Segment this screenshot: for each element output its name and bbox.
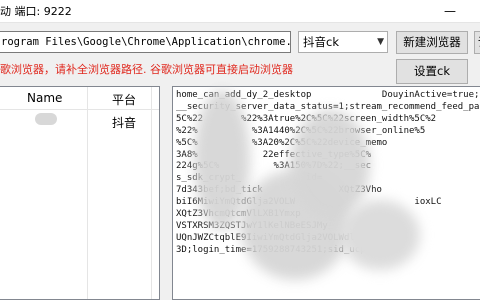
column-divider	[87, 87, 88, 299]
cut-off-button[interactable]: 谐	[474, 31, 480, 54]
warning-text: 歌浏览器，请补全浏览器路径. 谷歌浏览器可直接启动浏览器	[0, 63, 293, 76]
column-divider	[151, 87, 152, 299]
new-browser-button[interactable]: 新建浏览器	[396, 31, 468, 54]
platform-select[interactable]: 抖音ck ▼	[298, 31, 388, 53]
redaction-blur	[290, 110, 370, 220]
set-ck-button[interactable]: 设置ck	[396, 59, 468, 84]
title-bar: 动 端口: 9222 —	[0, 0, 480, 23]
column-header-platform[interactable]: 平台	[112, 91, 136, 108]
browser-path-input[interactable]: rogram Files\Google\Chrome\Application\c…	[0, 31, 291, 53]
platform-select-value: 抖音ck	[303, 35, 339, 49]
redaction-blur	[340, 200, 420, 270]
account-name-blurred[interactable]	[35, 113, 57, 125]
column-header-name[interactable]: Name	[27, 91, 62, 105]
account-list[interactable]: Name 平台 抖音	[0, 86, 160, 300]
minimize-button[interactable]: —	[432, 0, 468, 22]
chevron-down-icon: ▼	[377, 37, 384, 47]
window-title: 动 端口: 9222	[0, 5, 72, 18]
list-header: Name 平台	[0, 87, 159, 110]
account-platform-cell[interactable]: 抖音	[112, 114, 136, 131]
